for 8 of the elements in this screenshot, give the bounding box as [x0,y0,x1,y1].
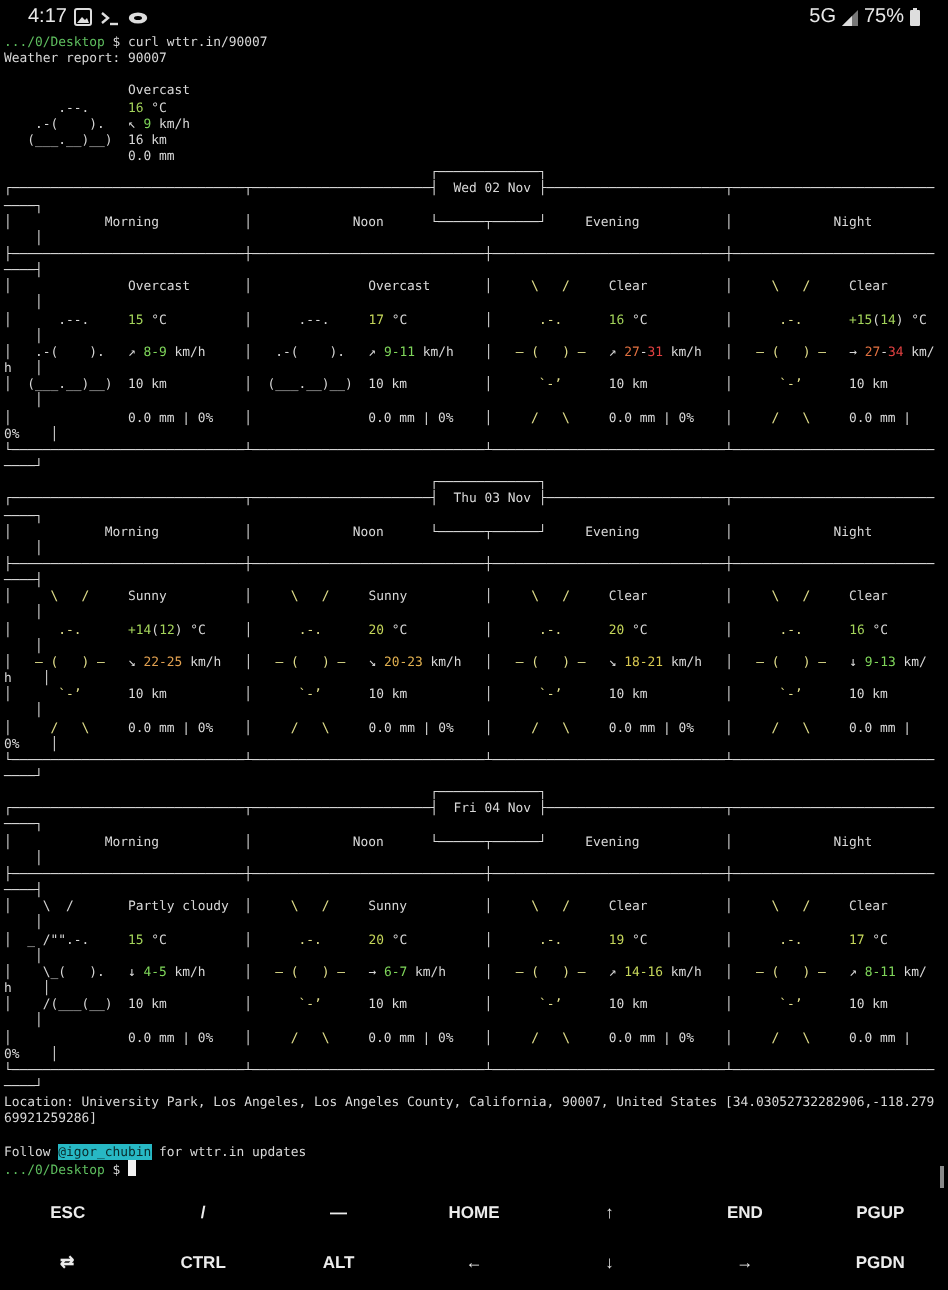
network-type: 5G [809,4,836,32]
terminal-icon [100,9,121,25]
status-time: 4:17 [28,4,67,32]
battery-percent: 75% [863,4,904,32]
battery-icon [910,8,920,26]
gallery-icon [74,8,93,26]
signal-icon [841,9,858,25]
scrollbar-thumb[interactable] [940,1166,944,1188]
